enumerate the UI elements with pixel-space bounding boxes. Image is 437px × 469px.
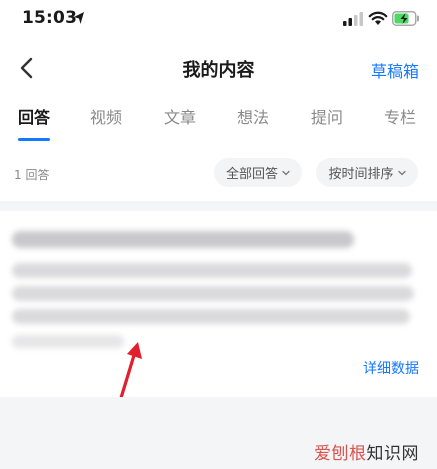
blurred-answer-text <box>12 286 414 301</box>
chevron-down-icon <box>282 170 290 175</box>
blurred-answer-title <box>12 231 354 248</box>
active-tab-indicator <box>18 138 50 141</box>
watermark-brand: 爱刨根 <box>314 444 367 464</box>
watermark-suffix: 知识网 <box>366 444 419 464</box>
tab-answers[interactable]: 回答 <box>18 104 50 128</box>
status-time: 15:03 <box>22 8 78 28</box>
tab-articles[interactable]: 文章 <box>164 104 196 128</box>
section-divider <box>0 201 437 211</box>
content-tabs: 回答 视频 文章 想法 提问 专栏 <box>0 104 437 138</box>
sort-dropdown[interactable]: 按时间排序 <box>316 158 418 187</box>
watermark: 爱刨根知识网 <box>314 439 419 464</box>
scope-filter-dropdown[interactable]: 全部回答 <box>214 158 302 187</box>
sort-label: 按时间排序 <box>328 167 394 182</box>
tab-videos[interactable]: 视频 <box>90 104 122 128</box>
scope-filter-label: 全部回答 <box>225 167 278 182</box>
tab-columns[interactable]: 专栏 <box>384 104 416 128</box>
cellular-signal-icon <box>343 12 363 26</box>
red-pointer-arrow-icon <box>119 342 142 400</box>
drafts-button[interactable]: 草稿箱 <box>371 58 419 82</box>
detail-data-link[interactable]: 详细数据 <box>363 358 419 378</box>
blurred-answer-meta <box>12 335 124 348</box>
tab-thoughts[interactable]: 想法 <box>237 104 269 128</box>
blurred-answer-text <box>12 309 410 324</box>
chevron-down-icon <box>397 170 406 175</box>
location-arrow-icon <box>74 12 84 24</box>
wifi-icon <box>368 11 388 25</box>
tab-questions[interactable]: 提问 <box>311 104 343 128</box>
answer-count: 1 回答 <box>14 168 50 182</box>
blurred-answer-text <box>12 263 412 278</box>
battery-charging-icon <box>392 11 419 26</box>
